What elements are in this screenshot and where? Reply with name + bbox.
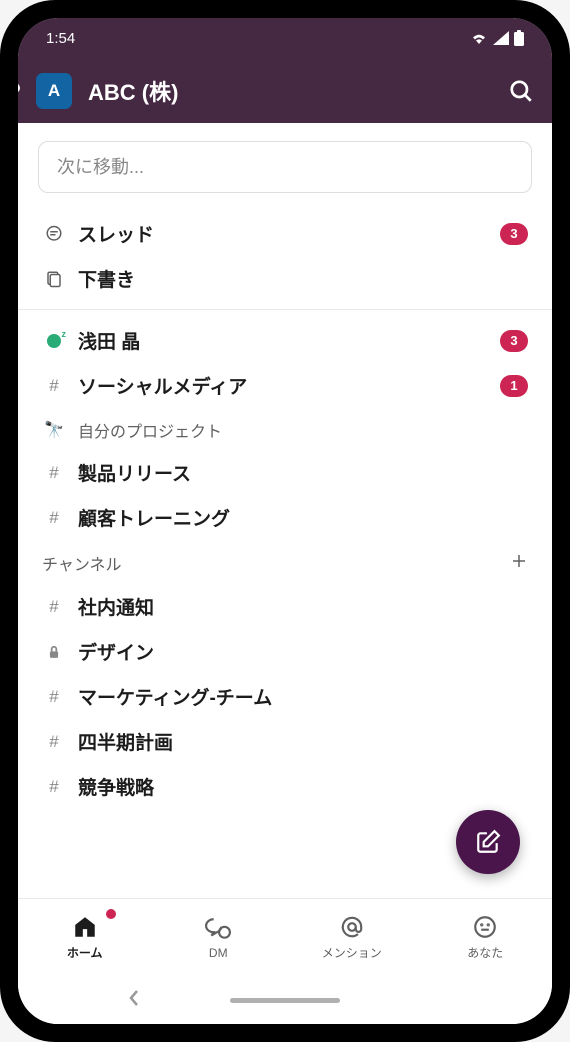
channels-section-header[interactable]: チャンネル — [18, 540, 552, 584]
nav-home[interactable]: ホーム — [18, 899, 152, 976]
hash-icon: # — [42, 597, 66, 617]
wifi-icon — [470, 31, 488, 45]
channel-label: 製品リリース — [78, 459, 528, 486]
nav-dm-label: DM — [209, 946, 228, 960]
presence-icon — [42, 334, 66, 348]
nav-you-label: あなた — [467, 944, 503, 961]
nav-mentions-label: メンション — [322, 944, 382, 961]
jump-to-input[interactable] — [38, 141, 532, 193]
status-bar: 1:54 — [18, 18, 552, 58]
compose-icon — [475, 829, 501, 855]
channel-item-marketing[interactable]: # マーケティング-チーム — [18, 674, 552, 719]
lock-icon — [42, 644, 66, 660]
channel-label: デザイン — [78, 638, 528, 665]
battery-icon — [514, 30, 524, 46]
threads-item[interactable]: スレッド 3 — [18, 211, 552, 256]
channel-item-social[interactable]: # ソーシャルメディア 1 — [18, 363, 552, 408]
workspace-title[interactable]: ABC (株) — [88, 75, 508, 107]
hash-icon: # — [42, 732, 66, 752]
channel-item-announcements[interactable]: # 社内通知 — [18, 584, 552, 629]
channel-label: 顧客トレーニング — [78, 504, 528, 531]
status-time: 1:54 — [46, 30, 75, 47]
nav-you[interactable]: あなた — [419, 899, 553, 976]
channel-item-design[interactable]: デザイン — [18, 629, 552, 674]
at-icon — [339, 914, 365, 940]
channels-section-label: チャンネル — [42, 551, 122, 575]
drafts-icon — [42, 270, 66, 288]
channel-social-badge: 1 — [500, 375, 528, 397]
hash-icon: # — [42, 687, 66, 707]
add-channel-button[interactable] — [510, 550, 528, 576]
dm-item-asada[interactable]: 浅田 晶 3 — [18, 318, 552, 363]
channel-item-quarterly-plan[interactable]: # 四半期計画 — [18, 719, 552, 764]
drafts-item[interactable]: 下書き — [18, 256, 552, 301]
dm-user-badge: 3 — [500, 330, 528, 352]
system-nav-pill[interactable] — [230, 998, 340, 1003]
threads-icon — [42, 225, 66, 243]
workspace-switch-indicator[interactable] — [18, 76, 20, 105]
hash-icon: # — [42, 777, 66, 797]
channel-item-customer-training[interactable]: # 顧客トレーニング — [18, 495, 552, 540]
threads-badge: 3 — [500, 223, 528, 245]
phone-frame: 1:54 A ABC (株) — [0, 0, 570, 1042]
hash-icon: # — [42, 508, 66, 528]
face-icon — [472, 914, 498, 940]
drafts-label: 下書き — [78, 265, 528, 292]
content-scroll[interactable]: スレッド 3 下書き 浅田 晶 3 # — [18, 123, 552, 898]
projects-section-header[interactable]: 🔭 自分のプロジェクト — [18, 408, 552, 450]
search-icon — [508, 78, 534, 104]
compose-fab[interactable] — [456, 810, 520, 874]
chevron-left-icon — [128, 989, 140, 1007]
threads-label: スレッド — [78, 220, 500, 247]
home-icon — [72, 914, 98, 940]
telescope-icon: 🔭 — [42, 420, 66, 440]
channel-item-competition[interactable]: # 競争戦略 — [18, 764, 552, 809]
channel-label: 四半期計画 — [78, 728, 528, 755]
hash-icon: # — [42, 463, 66, 483]
cellular-icon — [493, 31, 509, 45]
channel-label: マーケティング-チーム — [78, 683, 528, 710]
channel-label: 競争戦略 — [78, 773, 528, 800]
workspace-avatar[interactable]: A — [36, 73, 72, 109]
channel-social-label: ソーシャルメディア — [78, 372, 500, 399]
nav-home-label: ホーム — [67, 944, 103, 961]
channel-item-product-release[interactable]: # 製品リリース — [18, 450, 552, 495]
header: A ABC (株) — [18, 58, 552, 123]
plus-icon — [510, 552, 528, 570]
search-button[interactable] — [508, 78, 534, 104]
dm-user-label: 浅田 晶 — [78, 327, 500, 354]
nav-dm[interactable]: DM — [152, 899, 286, 976]
divider — [18, 309, 552, 310]
dm-icon — [205, 916, 231, 942]
channel-label: 社内通知 — [78, 593, 528, 620]
bottom-nav: ホーム DM メンション あなた — [18, 898, 552, 976]
screen: 1:54 A ABC (株) — [18, 18, 552, 1024]
status-icons — [470, 30, 524, 46]
notification-dot — [106, 909, 116, 919]
system-back-button[interactable] — [128, 989, 140, 1012]
hash-icon: # — [42, 376, 66, 396]
projects-section-label: 自分のプロジェクト — [78, 418, 222, 442]
nav-mentions[interactable]: メンション — [285, 899, 419, 976]
system-nav-bar — [18, 976, 552, 1024]
